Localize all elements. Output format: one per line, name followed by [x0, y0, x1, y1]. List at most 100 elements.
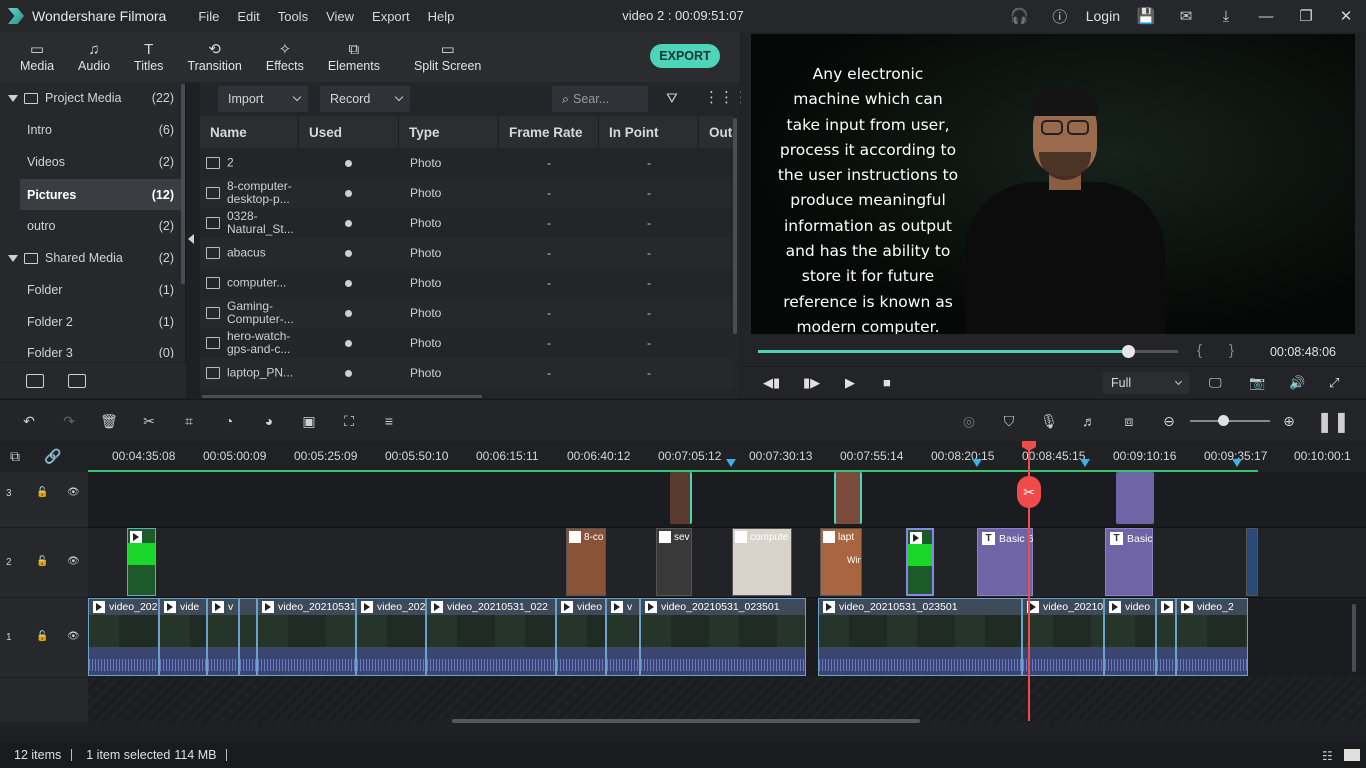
- track2-picture-clip[interactable]: lapt Win: [820, 528, 862, 596]
- adjust-sliders-icon[interactable]: ≡: [380, 412, 398, 430]
- table-row[interactable]: hero-watch-gps-and-c... Photo - -: [200, 328, 733, 358]
- marker-icon[interactable]: ⛉: [1000, 412, 1018, 430]
- timeline-vscrollbar[interactable]: [1352, 604, 1356, 672]
- video-clip[interactable]: video_20210531_023501: [640, 598, 806, 676]
- list-view-icon[interactable]: ☷: [1322, 749, 1333, 763]
- search-input[interactable]: ⌕ Sear...: [552, 86, 648, 112]
- record-dropdown[interactable]: Record: [320, 86, 410, 112]
- table-row[interactable]: 0328-Natural_St... Photo - -: [200, 208, 733, 238]
- lock-icon[interactable]: 🔓: [36, 556, 48, 567]
- track2-title-clip[interactable]: T Basic 6: [977, 528, 1033, 596]
- track-2[interactable]: [88, 528, 1366, 598]
- info-icon[interactable]: ⓘ: [1040, 0, 1080, 32]
- video-clip[interactable]: video_202: [88, 598, 159, 676]
- crop-icon[interactable]: ⌗: [180, 412, 198, 430]
- import-dropdown[interactable]: Import: [218, 86, 308, 112]
- zoom-out-icon[interactable]: ⊖: [1160, 412, 1178, 430]
- render-icon[interactable]: ◎: [960, 412, 978, 430]
- undo-icon[interactable]: ↶: [20, 412, 38, 430]
- col-out[interactable]: Out: [699, 116, 733, 148]
- col-in-point[interactable]: In Point: [599, 116, 699, 148]
- timeline-marker[interactable]: [1080, 459, 1090, 467]
- empty-track-area[interactable]: [88, 677, 1366, 723]
- filter-icon[interactable]: ⛛: [666, 90, 678, 107]
- track3-clip[interactable]: [670, 472, 692, 524]
- display-icon[interactable]: 🖵: [1209, 375, 1222, 391]
- track3-clip[interactable]: [834, 472, 862, 524]
- col-used[interactable]: Used: [299, 116, 399, 148]
- preview-progress-bar[interactable]: [758, 345, 1178, 358]
- sidebar-item-folder[interactable]: Folder (1): [0, 276, 182, 304]
- track2-picture-clip[interactable]: 8-co: [566, 528, 606, 596]
- mark-in-icon[interactable]: {: [1197, 342, 1202, 359]
- minimize-icon[interactable]: —: [1246, 0, 1286, 32]
- export-button[interactable]: EXPORT: [650, 44, 720, 68]
- eye-icon[interactable]: 👁: [67, 487, 80, 498]
- menu-export[interactable]: Export: [372, 9, 410, 24]
- video-clip[interactable]: vide: [159, 598, 207, 676]
- delete-icon[interactable]: 🗑: [100, 412, 118, 430]
- lock-icon[interactable]: 🔓: [36, 631, 48, 642]
- eye-icon[interactable]: 👁: [67, 556, 80, 567]
- table-row[interactable]: 2 Photo - -: [200, 148, 733, 178]
- volume-icon[interactable]: 🔊: [1289, 375, 1305, 391]
- split-scissors-icon[interactable]: ✂: [1017, 476, 1041, 508]
- login-button[interactable]: Login: [1080, 8, 1126, 24]
- video-preview[interactable]: Any electronic machine which can take in…: [751, 34, 1355, 334]
- restore-icon[interactable]: ❐: [1286, 0, 1326, 32]
- video-clip[interactable]: v: [606, 598, 640, 676]
- next-frame-icon[interactable]: ▮▶: [803, 375, 820, 391]
- stabilize-icon[interactable]: ⛶: [340, 412, 358, 430]
- video-clip[interactable]: [1156, 598, 1176, 676]
- tab-transition[interactable]: ⟲ Transition: [175, 32, 253, 82]
- table-row[interactable]: abacus Photo - -: [200, 238, 733, 268]
- split-scissors-icon[interactable]: ✂: [140, 412, 158, 430]
- stop-icon[interactable]: ■: [883, 375, 891, 390]
- sidebar-item-outro[interactable]: outro (2): [0, 212, 182, 240]
- sidebar-item-shared-media[interactable]: Shared Media (2): [0, 244, 182, 272]
- track2-green-clip-selected[interactable]: [906, 528, 934, 596]
- sidebar-scrollbar[interactable]: [181, 84, 185, 284]
- video-clip[interactable]: video_20210531_023501: [818, 598, 1022, 676]
- track3-title-clip[interactable]: [1116, 472, 1154, 524]
- table-row[interactable]: computer... Photo - -: [200, 268, 733, 298]
- green-screen-icon[interactable]: ▣: [300, 412, 318, 430]
- track2-picture-clip[interactable]: compute: [732, 528, 792, 596]
- video-clip[interactable]: video_20210531_: [257, 598, 356, 676]
- sidebar-item-pictures[interactable]: Pictures (12): [20, 179, 182, 210]
- pause-icon[interactable]: ❚❚: [1316, 411, 1350, 433]
- video-clip[interactable]: video_202: [356, 598, 426, 676]
- timeline-marker[interactable]: [726, 459, 736, 467]
- zoom-slider-track[interactable]: [1190, 420, 1270, 422]
- download-icon[interactable]: ⤓: [1206, 0, 1246, 32]
- media-list-scrollbar[interactable]: [733, 118, 737, 334]
- audio-mixer-icon[interactable]: ♬: [1080, 412, 1098, 430]
- timeline-scrollbar[interactable]: [452, 719, 920, 723]
- sidebar-item-videos[interactable]: Videos (2): [0, 148, 182, 176]
- mark-out-icon[interactable]: }: [1229, 342, 1234, 359]
- timeline-ruler[interactable]: ⧉ 🔗 00:04:35:08 00:05:00:09 00:05:25:09 …: [0, 441, 1366, 471]
- quality-dropdown[interactable]: Full: [1103, 372, 1189, 394]
- folder-icon[interactable]: [68, 373, 86, 388]
- tab-effects[interactable]: ✧ Effects: [254, 32, 316, 82]
- new-folder-icon[interactable]: [26, 373, 44, 388]
- table-row[interactable]: 8-computer-desktop-p... Photo - -: [200, 178, 733, 208]
- track2-title-clip[interactable]: T Basic: [1105, 528, 1153, 596]
- eye-icon[interactable]: 👁: [67, 631, 80, 642]
- redo-icon[interactable]: ↷: [60, 412, 78, 430]
- timeline-marker[interactable]: [972, 459, 982, 467]
- menu-help[interactable]: Help: [428, 9, 455, 24]
- add-track-icon[interactable]: ⧉: [10, 448, 20, 465]
- table-row[interactable]: laptop_PN... Photo - -: [200, 358, 733, 388]
- sidebar-item-folder-3[interactable]: Folder 3 (0): [0, 340, 182, 358]
- menu-view[interactable]: View: [326, 9, 354, 24]
- save-icon[interactable]: 💾: [1126, 0, 1166, 32]
- collapse-sidebar-icon[interactable]: [188, 234, 194, 244]
- zoom-in-icon[interactable]: ⊕: [1280, 412, 1298, 430]
- play-icon[interactable]: ▶: [845, 375, 855, 391]
- media-list-hscrollbar[interactable]: [202, 395, 482, 398]
- sidebar-item-intro[interactable]: Intro (6): [0, 116, 182, 144]
- track2-green-clip[interactable]: [127, 528, 156, 596]
- sidebar-item-project-media[interactable]: Project Media (22): [0, 84, 182, 112]
- track2-picture-clip[interactable]: [1246, 528, 1258, 596]
